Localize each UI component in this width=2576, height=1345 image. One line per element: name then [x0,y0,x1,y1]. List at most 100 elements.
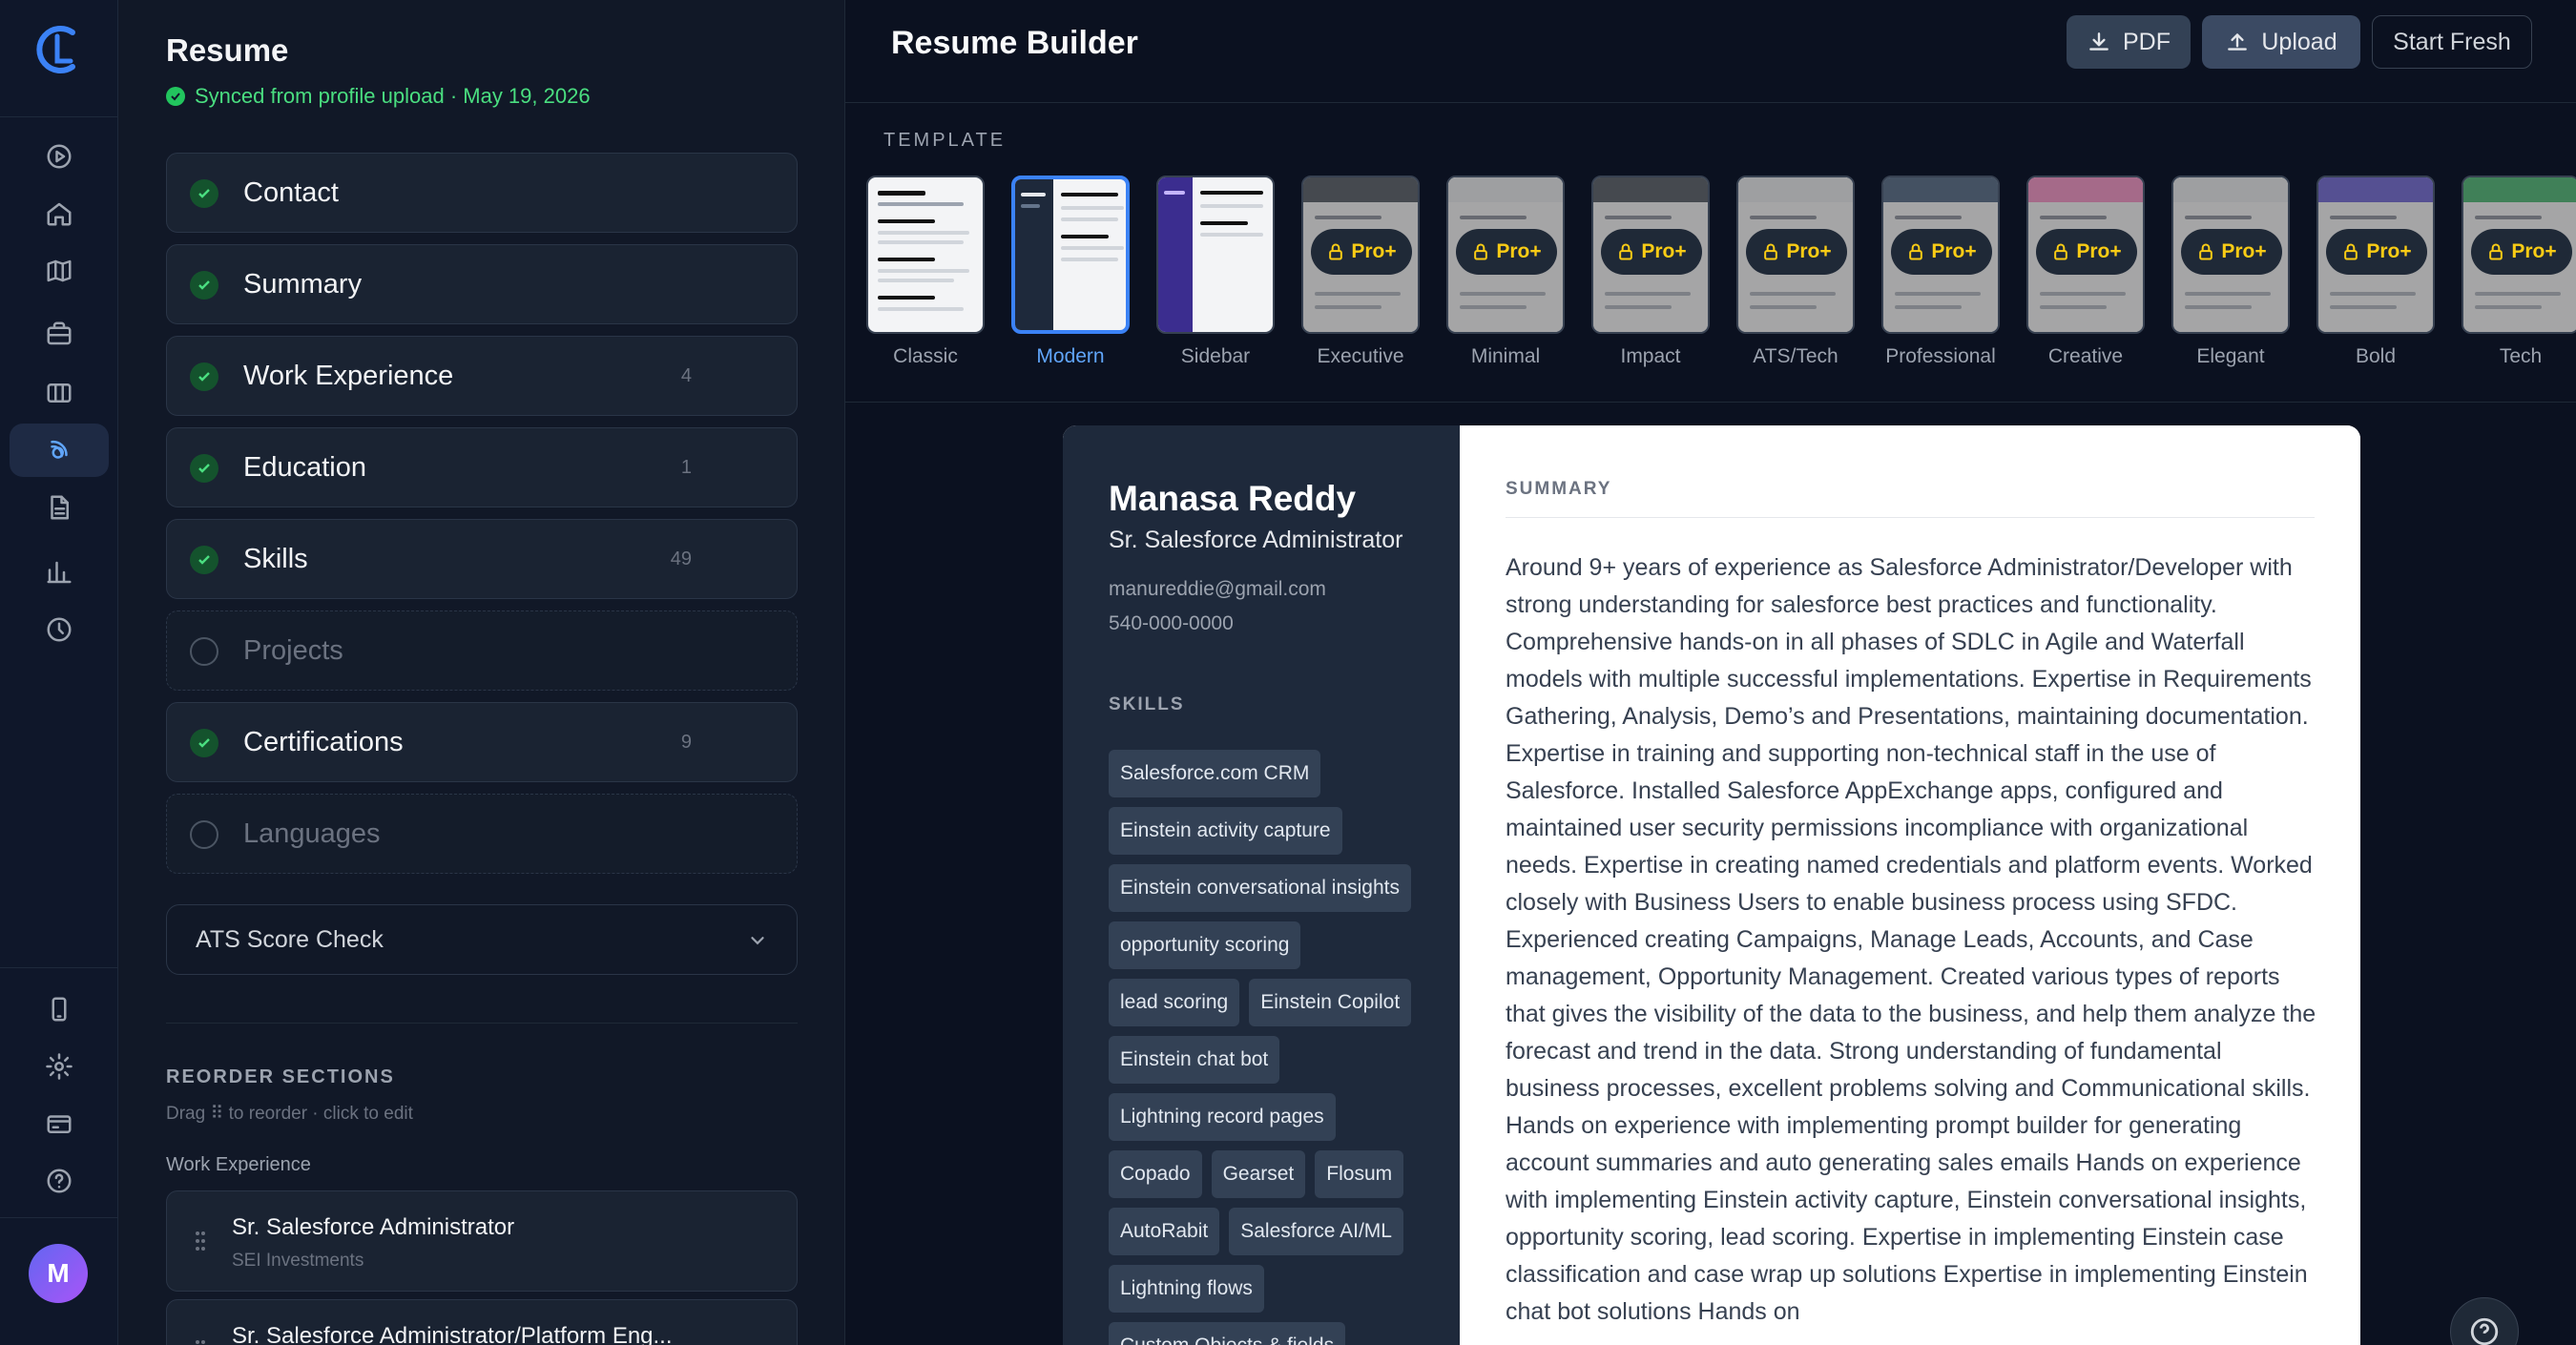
upload-button[interactable]: Upload [2202,15,2360,69]
template-caption: TEMPLATE [883,130,1007,151]
section-count: 1 [680,456,692,478]
app-logo-icon[interactable] [34,23,82,76]
skills-chips: Salesforce.com CRM Einstein activity capt… [1109,750,1416,1345]
nav-clock-icon[interactable] [10,603,109,656]
template-name[interactable]: Minimal [1439,345,1572,368]
template-name[interactable]: Tech [2454,345,2576,368]
candidate-name: Manasa Reddy [1109,479,1357,518]
reorder-item[interactable]: Sr. Salesforce Administrator/Platform En… [166,1299,798,1345]
chevron-down-icon [751,937,764,945]
summary-divider [1506,517,2315,518]
template-thumbnail[interactable] [1011,176,1130,334]
section-label: Education [243,451,366,483]
nav-home-icon[interactable] [10,187,109,240]
template-name[interactable]: Executive [1294,345,1427,368]
nav-mobile-icon[interactable] [10,983,109,1036]
template-thumbnail[interactable]: Pro+ [1736,176,1855,334]
template-thumbnail[interactable]: Pro+ [2462,176,2576,334]
skill-chip: lead scoring [1109,979,1240,1026]
template-name[interactable]: Sidebar [1149,345,1282,368]
skill-chip: Copado [1109,1150,1202,1198]
nav-document-icon[interactable] [10,481,109,534]
template-name[interactable]: Professional [1874,345,2007,368]
preview-body: SUMMARY Around 9+ years of experience as… [1460,425,2360,1345]
section-item[interactable]: Contact [166,153,798,233]
section-label: Work Experience [243,360,454,391]
section-label: Certifications [243,726,404,757]
template-thumbnail[interactable]: Pro+ [2026,176,2145,334]
main-area: Resume Builder PDF Upload Start Fresh TE… [845,0,2576,1345]
skill-chip: Salesforce AI/ML [1229,1208,1403,1255]
section-count: 4 [680,364,692,386]
lock-icon [1329,243,1343,260]
nav-chart-icon[interactable] [10,546,109,599]
empty-circle-icon [190,820,218,849]
template-thumbnail[interactable]: Pro+ [1881,176,2000,334]
template-thumbnail[interactable]: Pro+ [2171,176,2290,334]
reorder-item[interactable]: Sr. Salesforce Administrator SEI Investm… [166,1190,798,1292]
section-label: Skills [243,543,308,574]
skill-chip: Gearset [1211,1150,1306,1198]
upload-icon [2228,33,2248,51]
section-item[interactable]: Education 1 [166,427,798,507]
template-thumbnail[interactable]: Pro+ [2316,176,2435,334]
icon-rail: M [0,0,118,1345]
pro-lock-badge: Pro+ [1891,229,1992,275]
reorder-hint: Drag ⠿ to reorder · click to edit [166,1104,413,1124]
help-chat-button[interactable] [2450,1297,2519,1345]
nav-briefcase-icon[interactable] [10,307,109,361]
template-name[interactable]: Elegant [2164,345,2297,368]
summary-text: Around 9+ years of experience as Salesfo… [1506,554,2316,1325]
nav-help-icon[interactable] [10,1154,109,1208]
template-thumbnail[interactable]: Pro+ [1301,176,1420,334]
top-toolbar: Resume Builder PDF Upload Start Fresh [845,0,2576,103]
lock-icon [1474,243,1488,260]
section-item[interactable]: Work Experience 4 [166,336,798,416]
section-item[interactable]: Projects [166,610,798,691]
template-name[interactable]: Creative [2019,345,2152,368]
summary-heading: SUMMARY [1506,479,1612,499]
pro-lock-badge: Pro+ [2181,229,2282,275]
resume-preview[interactable]: Manasa Reddy Sr. Salesforce Administrato… [1063,425,2360,1345]
template-thumbnail[interactable]: Pro+ [1591,176,1710,334]
empty-circle-icon [190,637,218,666]
template-thumbnail[interactable] [1156,176,1275,334]
reorder-group-label: Work Experience [166,1154,311,1175]
drag-handle-icon[interactable] [194,1230,207,1252]
skill-chip: Einstein Copilot [1249,979,1412,1026]
section-item[interactable]: Languages [166,794,798,874]
nav-billing-icon[interactable] [10,1097,109,1150]
panel-title: Resume [166,32,289,68]
section-label: Projects [243,634,343,666]
skill-chip: opportunity scoring [1109,921,1301,969]
skill-chip: Einstein conversational insights [1109,864,1411,912]
template-thumbnail[interactable]: Pro+ [1446,176,1565,334]
nav-resume-icon[interactable] [10,424,109,477]
skill-chip: AutoRabit [1109,1208,1220,1255]
template-name[interactable]: ATS/Tech [1729,345,1862,368]
nav-board-icon[interactable] [10,366,109,420]
template-name[interactable]: Impact [1584,345,1717,368]
pro-lock-badge: Pro+ [1311,229,1412,275]
sync-status: Synced from profile upload · May 19, 202… [166,84,591,109]
candidate-role: Sr. Salesforce Administrator [1109,527,1403,553]
template-name[interactable]: Classic [859,345,992,368]
template-name[interactable]: Bold [2309,345,2442,368]
nav-map-icon[interactable] [10,244,109,298]
section-item[interactable]: Certifications 9 [166,702,798,782]
template-name[interactable]: Modern [1004,345,1137,368]
candidate-phone: 540-000-0000 [1109,612,1234,634]
reorder-title: REORDER SECTIONS [166,1066,395,1087]
start-fresh-button[interactable]: Start Fresh [2372,15,2532,69]
user-avatar[interactable]: M [29,1244,88,1303]
template-thumbnail[interactable] [866,176,985,334]
pro-lock-badge: Pro+ [1601,229,1702,275]
nav-play-icon[interactable] [10,130,109,183]
ats-score-check-dropdown[interactable]: ATS Score Check [166,904,798,975]
nav-settings-icon[interactable] [10,1040,109,1093]
lock-icon [2054,243,2068,260]
section-item[interactable]: Summary [166,244,798,324]
drag-handle-icon[interactable] [194,1338,207,1345]
section-item[interactable]: Skills 49 [166,519,798,599]
download-pdf-button[interactable]: PDF [2067,15,2191,69]
